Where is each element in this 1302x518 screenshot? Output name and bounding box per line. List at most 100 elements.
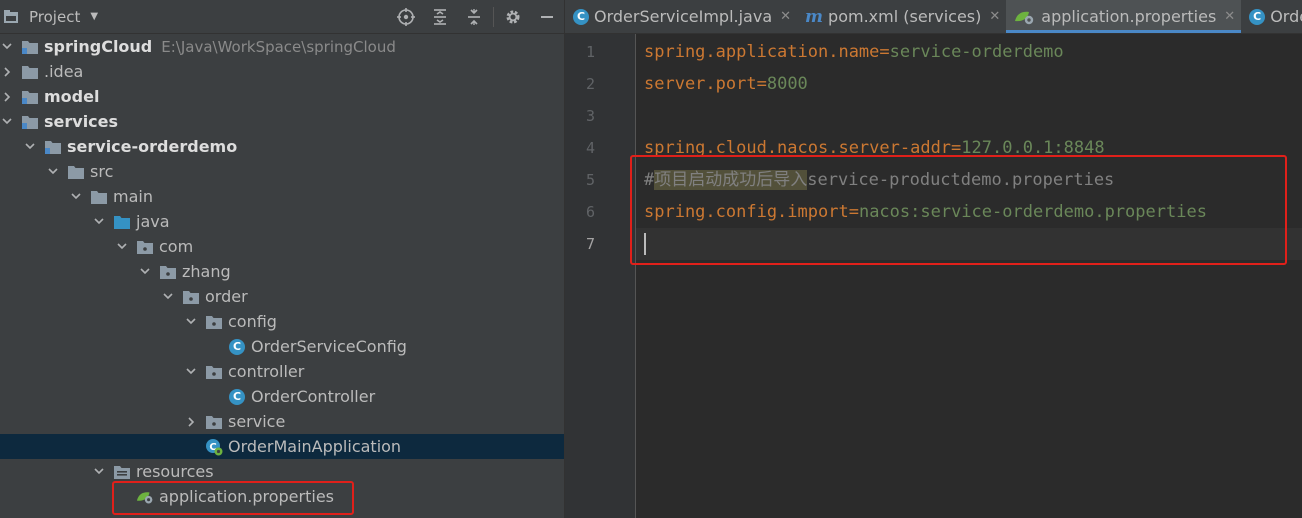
- folder-icon: [90, 188, 108, 206]
- tree-node-label: com: [159, 237, 194, 256]
- tree-node-path: E:\Java\WorkSpace\springCloud: [161, 37, 396, 56]
- ide-window: Project ▼ springCloud E:\Java\WorkSpace\…: [0, 0, 1302, 518]
- toolbar-separator: [493, 6, 494, 27]
- tree-node-label: OrderServiceConfig: [251, 337, 407, 356]
- tree-node-label: services: [44, 112, 119, 131]
- close-icon[interactable]: ✕: [1224, 9, 1235, 24]
- package-icon: [182, 288, 200, 306]
- tree-node[interactable]: main: [0, 184, 564, 209]
- tree-node-label: service: [228, 412, 286, 431]
- tree-node[interactable]: model: [0, 84, 564, 109]
- tree-node[interactable]: java: [0, 209, 564, 234]
- code-area[interactable]: spring.application.name=service-orderdem…: [636, 34, 1302, 518]
- chevron-down-icon[interactable]: [71, 192, 81, 202]
- editor-tab[interactable]: application.properties ✕: [1006, 0, 1242, 33]
- module-folder-icon: [21, 113, 39, 131]
- tree-node[interactable]: service-orderdemo: [0, 134, 564, 159]
- maven-icon: m: [805, 6, 824, 27]
- module-folder-icon: [21, 38, 39, 56]
- tree-node[interactable]: C OrderMainApplication: [0, 434, 564, 459]
- chevron-down-icon[interactable]: [94, 217, 104, 227]
- tree-node-label: service-orderdemo: [67, 137, 238, 156]
- editor-tab-label: OrderServiceImpl.java: [594, 7, 773, 26]
- tree-node-label: .idea: [44, 62, 84, 81]
- property-key: spring.application.name: [644, 42, 880, 62]
- chevron-down-icon[interactable]: [186, 367, 196, 377]
- class-icon: C: [228, 338, 246, 356]
- chevron-right-icon[interactable]: [186, 416, 196, 427]
- class-icon: C: [1249, 8, 1266, 25]
- minimize-icon[interactable]: [530, 0, 564, 33]
- package-icon: [136, 238, 154, 256]
- class-icon: C: [228, 388, 246, 406]
- chevron-down-icon[interactable]: [25, 142, 35, 152]
- chevron-down-icon[interactable]: [94, 467, 104, 477]
- tree-node[interactable]: zhang: [0, 259, 564, 284]
- resources-folder-icon: [113, 463, 131, 481]
- chevron-down-icon[interactable]: [163, 292, 173, 302]
- tree-node[interactable]: controller: [0, 359, 564, 384]
- tree-node-label: resources: [136, 462, 214, 481]
- source-folder-icon: [113, 213, 131, 231]
- editor-tab-label: application.properties: [1041, 7, 1217, 26]
- property-key: server.port: [644, 74, 757, 94]
- chevron-down-icon[interactable]: [2, 117, 12, 127]
- tree-node[interactable]: springCloud E:\Java\WorkSpace\springCloud: [0, 34, 564, 59]
- code-line[interactable]: server.port=8000: [636, 68, 1302, 100]
- tree-node-label: zhang: [182, 262, 231, 281]
- editor-tab[interactable]: m pom.xml (services) ✕: [797, 0, 1006, 33]
- project-tree: springCloud E:\Java\WorkSpace\springCloud…: [0, 34, 564, 509]
- tree-node[interactable]: services: [0, 109, 564, 134]
- tree-node[interactable]: C OrderServiceConfig: [0, 334, 564, 359]
- chevron-right-icon[interactable]: [2, 91, 12, 102]
- tree-node-label: OrderMainApplication: [228, 437, 402, 456]
- locate-file-icon[interactable]: [389, 0, 423, 33]
- chevron-down-icon[interactable]: [2, 42, 12, 52]
- collapse-all-icon[interactable]: [457, 0, 491, 33]
- chevron-down-icon[interactable]: [48, 167, 58, 177]
- tree-node[interactable]: order: [0, 284, 564, 309]
- tree-node[interactable]: src: [0, 159, 564, 184]
- project-panel-title[interactable]: Project: [29, 8, 80, 26]
- editor-tab[interactable]: C OrderServiceImpl.java ✕: [565, 0, 797, 33]
- folder-icon: [21, 63, 39, 81]
- editor-tab[interactable]: COrderCo: [1241, 0, 1302, 33]
- folder-icon: [67, 163, 85, 181]
- module-folder-icon: [21, 88, 39, 106]
- code-line[interactable]: [636, 100, 1302, 132]
- tree-node-label: order: [205, 287, 248, 306]
- line-number: 3: [585, 107, 595, 125]
- close-icon[interactable]: ✕: [780, 9, 791, 24]
- tree-node[interactable]: service: [0, 409, 564, 434]
- spring-boot-class-icon: C: [205, 438, 223, 456]
- gear-icon[interactable]: [496, 0, 530, 33]
- tree-node[interactable]: config: [0, 309, 564, 334]
- tree-node-label: java: [136, 212, 170, 231]
- property-value: 8000: [766, 74, 808, 94]
- chevron-down-icon[interactable]: ▼: [90, 11, 98, 22]
- line-number: 5: [585, 171, 595, 189]
- line-number-gutter: 1 2 3 4 5 6 7: [565, 34, 636, 518]
- chevron-down-icon[interactable]: [140, 267, 150, 277]
- expand-all-icon[interactable]: [423, 0, 457, 33]
- tree-node[interactable]: .idea: [0, 59, 564, 84]
- tree-node[interactable]: com: [0, 234, 564, 259]
- code-line[interactable]: spring.application.name=service-orderdem…: [636, 36, 1302, 68]
- tree-node-label: OrderController: [251, 387, 376, 406]
- line-number: 6: [585, 203, 595, 221]
- line-number: 1: [585, 43, 595, 61]
- tree-node[interactable]: C OrderController: [0, 384, 564, 409]
- line-number: 2: [585, 75, 595, 93]
- line-number: 4: [585, 139, 595, 157]
- annotation-box-editor: [630, 155, 1287, 265]
- module-folder-icon: [44, 138, 62, 156]
- class-icon: C: [573, 8, 589, 25]
- chevron-right-icon[interactable]: [2, 66, 12, 77]
- annotation-box-file: [112, 481, 354, 515]
- chevron-down-icon[interactable]: [186, 317, 196, 327]
- tree-node-label: controller: [228, 362, 305, 381]
- chevron-down-icon[interactable]: [117, 242, 127, 252]
- package-icon: [205, 413, 223, 431]
- close-icon[interactable]: ✕: [989, 9, 1000, 24]
- property-separator: =: [756, 74, 767, 94]
